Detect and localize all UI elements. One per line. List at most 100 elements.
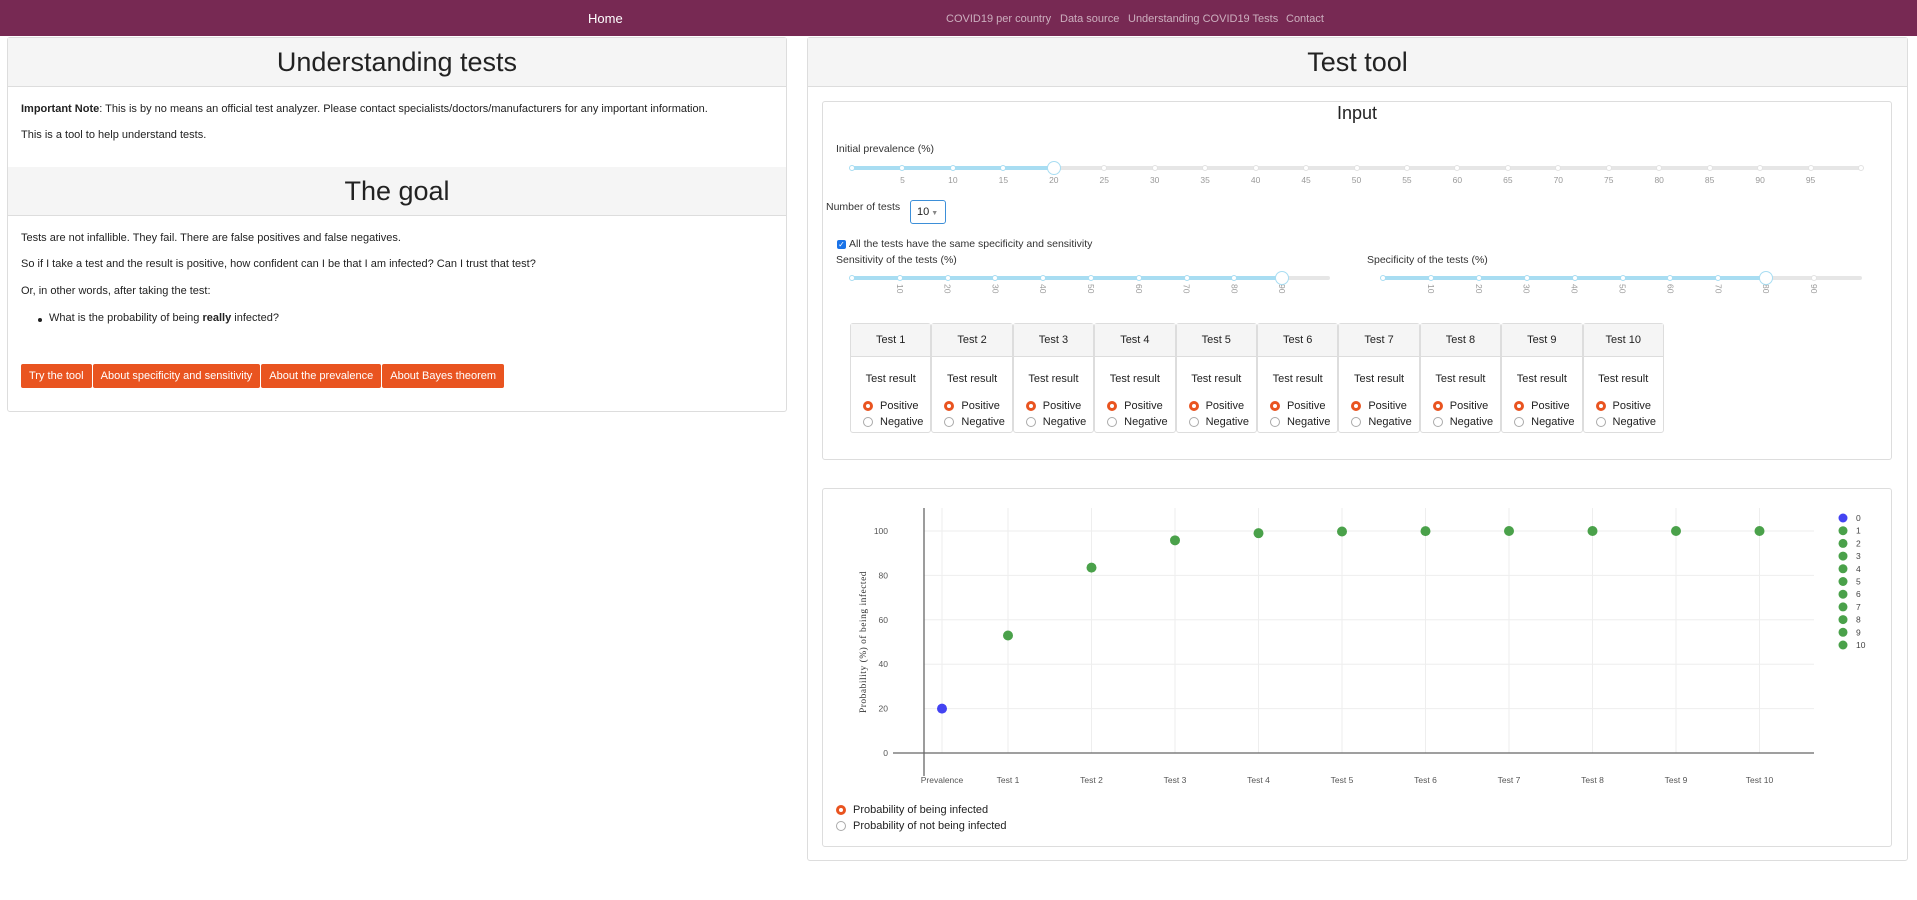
negative-option[interactable]: Negative <box>1514 416 1575 428</box>
radio-icon[interactable] <box>1025 401 1036 411</box>
positive-option[interactable]: Positive <box>863 400 919 412</box>
same-params-checkbox[interactable]: ✓ <box>837 240 846 249</box>
positive-option[interactable]: Positive <box>1595 400 1651 412</box>
radio-icon[interactable] <box>1025 417 1036 427</box>
radio-icon[interactable] <box>1514 401 1525 411</box>
negative-label: Negative <box>1612 416 1656 428</box>
about-prevalence-button[interactable]: About the prevalence <box>261 364 382 388</box>
negative-option[interactable]: Negative <box>1269 416 1331 428</box>
radio-icon[interactable] <box>863 401 873 411</box>
nav-home-link[interactable]: Home <box>588 11 623 26</box>
negative-option[interactable]: Negative <box>1595 416 1656 428</box>
slider-tick-label: 30 <box>1521 284 1532 294</box>
negative-label: Negative <box>1286 416 1331 428</box>
slider-tick <box>949 165 956 171</box>
view-option-not-infected[interactable]: Probability of not being infected <box>836 820 1007 832</box>
positive-option[interactable]: Positive <box>1188 400 1244 412</box>
y-tick-label: 0 <box>883 748 888 758</box>
nav-link-contact[interactable]: Contact <box>1286 13 1324 25</box>
slider-tick-label: 90 <box>1809 284 1820 294</box>
slider-handle[interactable] <box>1046 161 1061 175</box>
radio-icon[interactable] <box>863 417 873 427</box>
positive-label: Positive <box>1449 400 1489 412</box>
slider-handle[interactable] <box>1275 271 1290 285</box>
goal-paragraph-2: So if I take a test and the result is po… <box>21 258 536 270</box>
positive-option[interactable]: Positive <box>1432 400 1489 412</box>
positive-option[interactable]: Positive <box>1025 400 1081 412</box>
radio-icon[interactable] <box>1351 401 1362 411</box>
radio-icon[interactable] <box>1107 401 1118 411</box>
negative-option[interactable]: Negative <box>863 416 923 428</box>
test-card-title: Test 1 <box>851 324 931 357</box>
test-card: Test 10 Test result Positive Negative <box>1582 323 1664 433</box>
slider-tick-label: 50 <box>1351 175 1362 185</box>
radio-icon[interactable] <box>1595 401 1606 411</box>
sensitivity-slider[interactable]: 10 20 30 40 50 60 70 80 90 <box>849 271 1330 293</box>
nav-link-understanding-tests[interactable]: Understanding COVID19 Tests <box>1128 13 1278 25</box>
caret-down-icon: ▼ <box>931 210 939 217</box>
negative-option[interactable]: Negative <box>1351 416 1412 428</box>
slider-tick <box>1757 165 1764 171</box>
radio-icon[interactable] <box>1595 417 1606 427</box>
legend-label: 9 <box>1856 627 1861 637</box>
negative-option[interactable]: Negative <box>1107 416 1168 428</box>
radio-icon[interactable] <box>1432 417 1443 427</box>
slider-fill <box>852 276 1283 280</box>
number-of-tests-select[interactable]: 10 ▼ <box>910 200 946 224</box>
about-specificity-sensitivity-button[interactable]: About specificity and sensitivity <box>92 364 261 388</box>
radio-icon[interactable] <box>944 401 955 411</box>
radio-icon[interactable] <box>1269 401 1280 411</box>
radio-icon[interactable] <box>1107 417 1118 427</box>
radio-icon[interactable] <box>1188 401 1199 411</box>
test-card-title: Test 8 <box>1420 324 1501 357</box>
radio-icon[interactable] <box>1432 401 1443 411</box>
slider-tick <box>1303 165 1310 171</box>
radio-icon[interactable] <box>1188 417 1199 427</box>
radio-icon[interactable] <box>1351 417 1362 427</box>
slider-tick-label: 80 <box>1654 175 1664 185</box>
slider-tick-label: 40 <box>1569 284 1580 294</box>
test-point <box>1420 526 1431 537</box>
legend-label: 0 <box>1856 513 1861 523</box>
negative-option[interactable]: Negative <box>1432 416 1493 428</box>
try-the-tool-button[interactable]: Try the tool <box>21 364 92 388</box>
x-tick-label: Test 4 <box>1247 775 1270 785</box>
test-card-title: Test 4 <box>1095 324 1175 357</box>
slider-tick <box>1380 275 1386 281</box>
slider-tick <box>1475 275 1482 281</box>
radio-icon[interactable] <box>944 417 955 427</box>
positive-option[interactable]: Positive <box>1351 400 1407 412</box>
negative-option[interactable]: Negative <box>1025 416 1086 428</box>
slider-tick <box>1619 275 1626 281</box>
test-point <box>1504 526 1514 537</box>
about-bayes-theorem-button[interactable]: About Bayes theorem <box>382 364 505 388</box>
slider-tick-label: 95 <box>1805 175 1816 185</box>
test-card: Test 3 Test result Positive Negative <box>1012 323 1095 433</box>
slider-tick <box>1403 165 1410 171</box>
negative-option[interactable]: Negative <box>1188 416 1249 428</box>
legend-marker <box>1838 577 1848 586</box>
specificity-slider[interactable]: 10 20 30 40 50 60 70 80 90 <box>1380 271 1862 293</box>
negative-option[interactable]: Negative <box>944 416 1005 428</box>
test-card-title: Test 3 <box>1013 324 1094 357</box>
positive-label: Positive <box>1124 400 1163 412</box>
radio-icon[interactable] <box>1514 417 1525 427</box>
slider-handle[interactable] <box>1759 271 1774 285</box>
radio-icon[interactable] <box>836 821 846 831</box>
nav-link-data-source[interactable]: Data source <box>1060 13 1119 25</box>
positive-option[interactable]: Positive <box>944 400 1000 412</box>
positive-option[interactable]: Positive <box>1269 400 1325 412</box>
positive-option[interactable]: Positive <box>1107 400 1163 412</box>
prevalence-slider[interactable]: 5 10 15 20 25 30 35 40 45 50 55 60 65 70 75 80 85 90 95 <box>849 161 1864 185</box>
positive-label: Positive <box>1368 400 1407 412</box>
slider-tick-label: 55 <box>1402 175 1412 185</box>
radio-icon[interactable] <box>836 805 846 815</box>
prevalence-point <box>937 703 947 714</box>
radio-icon[interactable] <box>1269 417 1280 427</box>
positive-option[interactable]: Positive <box>1514 400 1570 412</box>
nav-link-covid-per-country[interactable]: COVID19 per country <box>946 13 1051 25</box>
test-card: Test 4 Test result Positive Negative <box>1094 323 1176 433</box>
slider-tick-label: 10 <box>948 175 958 185</box>
view-option-infected[interactable]: Probability of being infected <box>836 804 988 816</box>
legend-label: 5 <box>1856 577 1861 587</box>
